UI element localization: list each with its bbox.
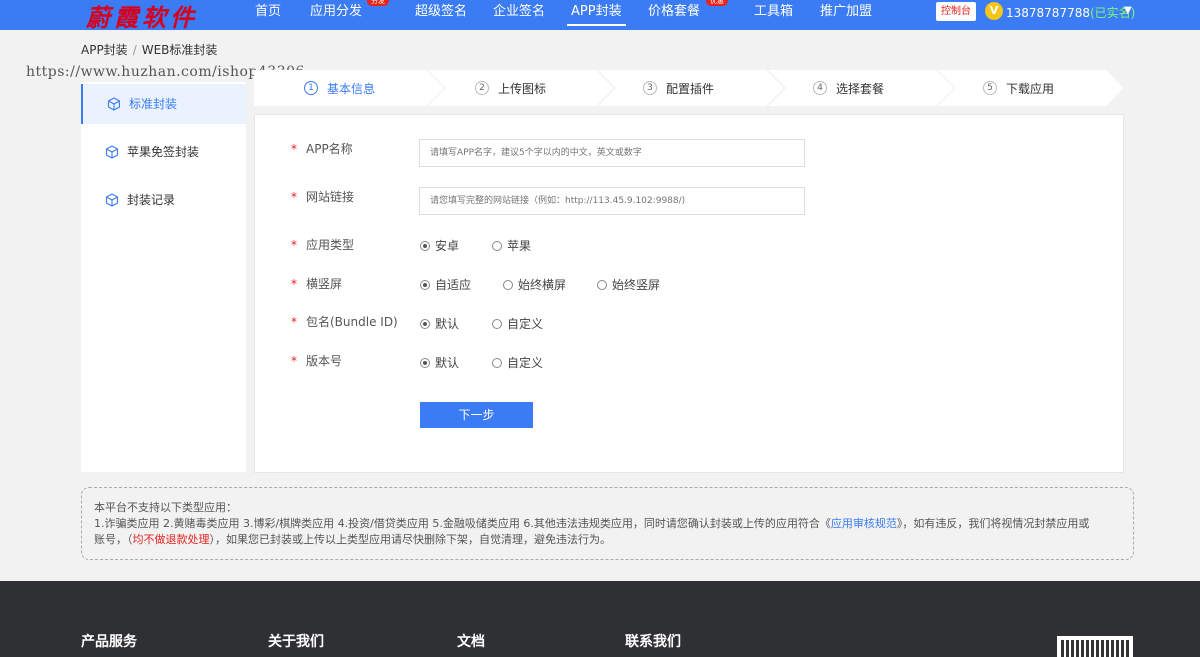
radio-bundle-default[interactable]: 默认 [420,315,459,332]
radio-always-landscape[interactable]: 始终横屏 [503,276,566,293]
radio-adaptive[interactable]: 自适应 [420,276,471,293]
nav-badge-discount: 优惠 [706,0,728,6]
notice-body: 1.诈骗类应用 2.黄赌毒类应用 3.博彩/棋牌类应用 4.投资/借贷类应用 5… [94,517,1090,530]
radio-android[interactable]: 安卓 [420,237,459,254]
footer-contact-heading: 联系我们 [625,634,681,650]
footer-about-heading: 关于我们 [268,634,324,650]
nav-toolbox[interactable]: 工具箱 [754,4,793,26]
step-select-package[interactable]: 4 选择套餐 [813,70,884,106]
nav-app-distribution-label: 应用分发 [310,4,363,19]
step-label: 上传图标 [498,81,547,96]
radio-circle [420,240,430,251]
cube-icon [105,145,119,159]
radio-always-portrait[interactable]: 始终竖屏 [597,276,660,293]
orientation-label: * 横竖屏 [291,277,343,291]
radio-version-custom[interactable]: 自定义 [492,354,543,371]
radio-circle [420,318,430,329]
nav-enterprise-signature[interactable]: 企业签名 [493,4,545,26]
nav-affiliate[interactable]: 推广加盟 [820,4,872,26]
step-label: 基本信息 [327,81,376,96]
user-phone: 13878787788 [1006,6,1090,20]
site-url-input[interactable] [419,187,805,215]
step-number: 5 [983,81,997,95]
top-nav-bar: 蔚霞软件 首页 应用分发 分发 超级签名 企业签名 APP封装 价格套餐 优惠 … [0,0,1200,33]
sidebar-item-label: 苹果免签封装 [127,145,200,159]
bundle-id-label: * 包名(Bundle ID) [291,315,398,329]
step-number: 2 [475,81,489,95]
radio-circle [492,240,502,251]
sidebar: 标准封装 苹果免签封装 封装记录 [81,82,246,472]
step-upload-icon[interactable]: 2 上传图标 [475,70,546,106]
radio-version-default[interactable]: 默认 [420,354,459,371]
step-configure-plugins[interactable]: 3 配置插件 [643,70,714,106]
footer: 产品服务 关于我们 文档 联系我们 [0,581,1200,657]
notice-title: 本平台不支持以下类型应用： [94,501,237,514]
radio-circle [597,279,607,290]
cube-icon [107,97,121,111]
breadcrumb-root[interactable]: APP封装 [81,43,128,57]
radio-circle [503,279,513,290]
chevron-down-icon[interactable]: ▼ [1124,5,1132,16]
breadcrumb: APP封装 / WEB标准封装 [81,41,217,58]
sidebar-item-standard-packaging[interactable]: 标准封装 [81,84,246,124]
radio-bundle-custom[interactable]: 自定义 [492,315,543,332]
step-label: 选择套餐 [836,81,885,96]
user-account-menu[interactable]: 13878787788(已实名) [1006,4,1135,21]
sidebar-item-label: 封装记录 [127,193,176,207]
review-guidelines-link[interactable]: 应用审核规范 [831,517,897,530]
nav-pricing[interactable]: 价格套餐 优惠 [648,0,728,26]
footer-docs-heading: 文档 [457,634,485,650]
app-type-label: * 应用类型 [291,238,355,252]
radio-apple[interactable]: 苹果 [492,237,531,254]
step-progress: 1 基本信息 2 上传图标 3 配置插件 4 选择套餐 5 下载应用 [254,70,1124,106]
breadcrumb-separator: / [132,43,137,57]
basic-info-form: *APP名称 *网站链接 *应用类型 安卓 苹果 *横竖屏 自适应 始终横屏 始… [254,114,1124,473]
step-number: 3 [643,81,657,95]
sidebar-item-label: 标准封装 [129,97,178,111]
nav-app-distribution[interactable]: 应用分发 分发 [310,0,389,26]
policy-notice: 本平台不支持以下类型应用： 1.诈骗类应用 2.黄赌毒类应用 3.博彩/棋牌类应… [81,487,1134,560]
step-label: 下载应用 [1006,81,1055,96]
nav-app-packaging[interactable]: APP封装 [567,4,626,26]
radio-circle [492,357,502,368]
breadcrumb-current: WEB标准封装 [141,43,218,57]
qr-code-icon [1057,636,1133,657]
step-basic-info[interactable]: 1 基本信息 [304,70,375,106]
site-logo[interactable]: 蔚霞软件 [86,0,198,33]
next-step-button[interactable]: 下一步 [420,402,533,428]
step-label: 配置插件 [666,81,715,96]
sidebar-item-apple-unsigned-packaging[interactable]: 苹果免签封装 [81,132,246,172]
version-label: * 版本号 [291,354,343,368]
nav-super-signature[interactable]: 超级签名 [415,4,467,26]
step-number: 1 [304,81,318,95]
nav-home[interactable]: 首页 [255,4,281,26]
footer-products-heading: 产品服务 [81,634,137,650]
app-name-label: * APP名称 [291,142,353,156]
step-download-app[interactable]: 5 下载应用 [983,70,1054,106]
site-url-label: * 网站链接 [291,190,355,204]
console-button[interactable]: 控制台 [936,2,976,21]
nav-badge-distribution: 分发 [367,0,389,6]
radio-circle [492,318,502,329]
vip-icon: V [985,2,1003,20]
sidebar-item-packaging-records[interactable]: 封装记录 [81,180,246,220]
step-number: 4 [813,81,827,95]
radio-circle [420,279,430,290]
nav-pricing-label: 价格套餐 [648,4,701,19]
radio-circle [420,357,430,368]
cube-icon [105,193,119,207]
no-refund-text: 均不做退款处理 [132,533,210,546]
notice-body-continued: 账号，（均不做退款处理），如果您已封装或上传以上类型应用请尽快删除下架，自觉清理… [94,533,611,546]
app-name-input[interactable] [419,139,805,167]
